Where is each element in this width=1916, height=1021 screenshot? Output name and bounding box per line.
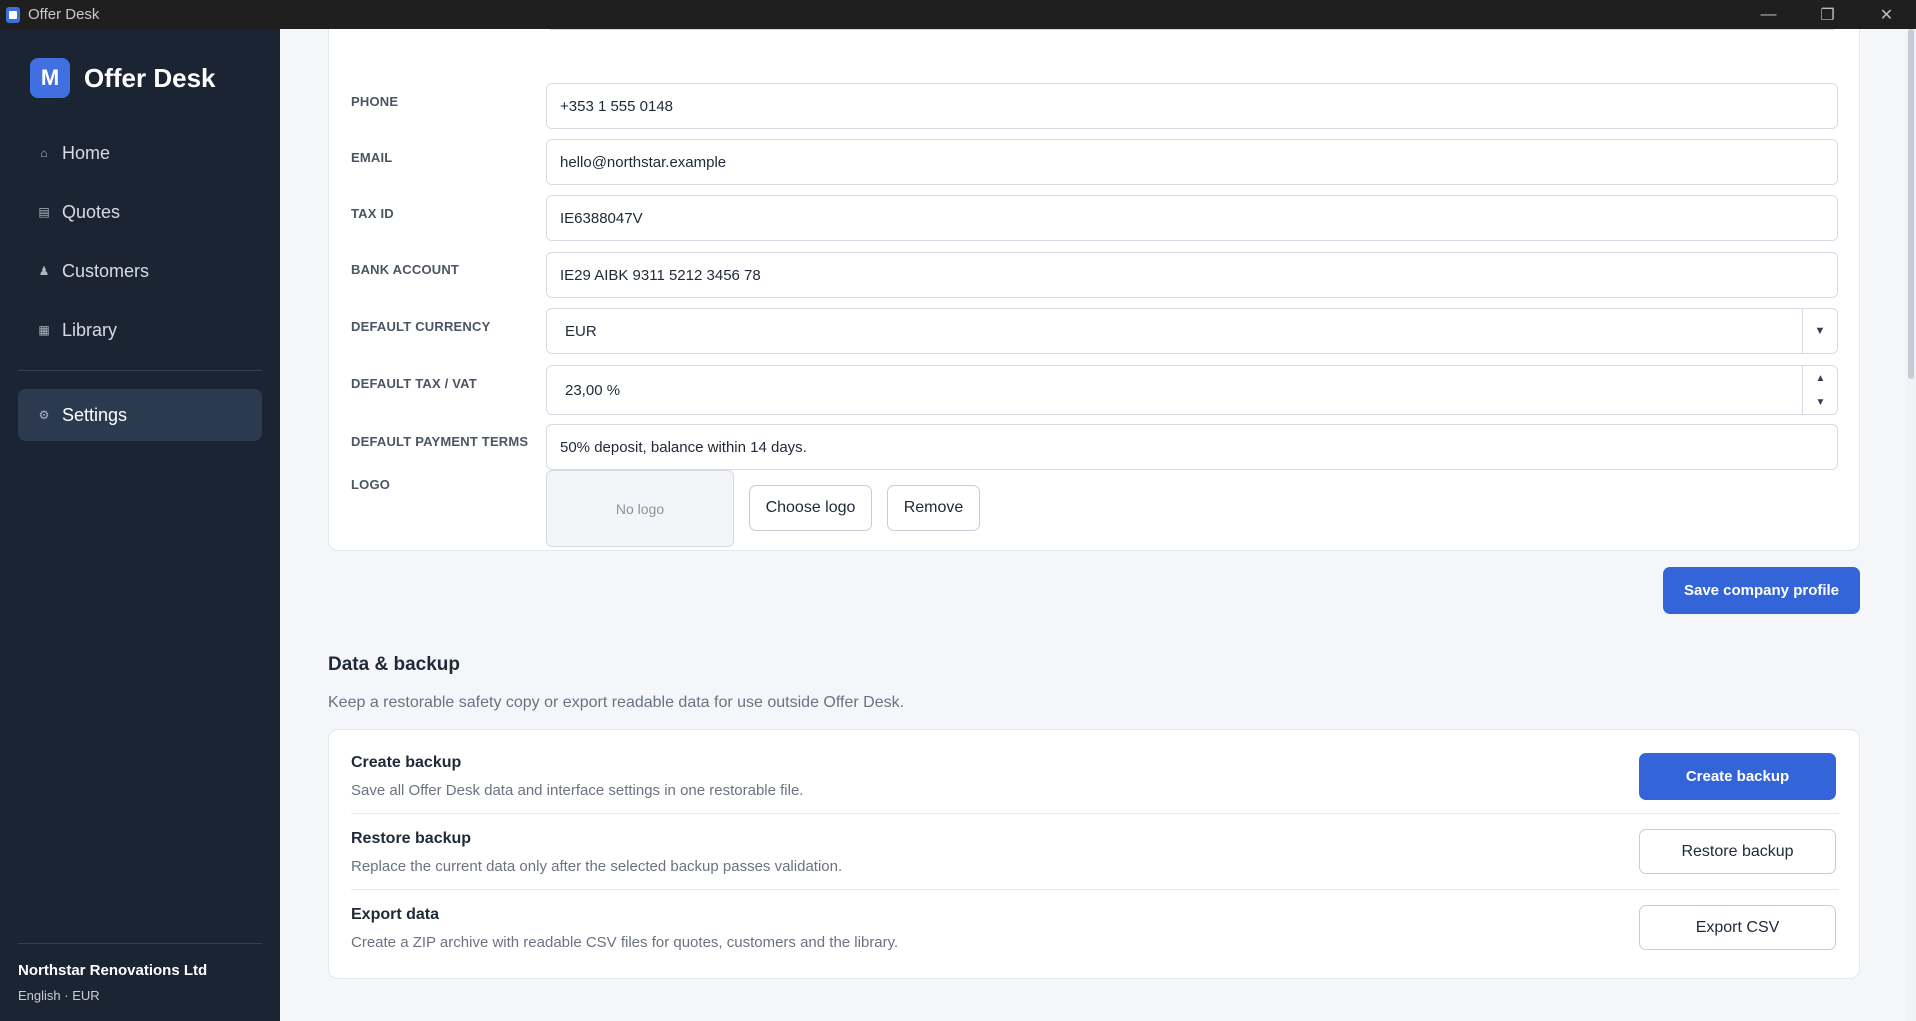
chevron-down-icon[interactable]: ▼ — [1802, 309, 1837, 353]
home-icon: ⌂ — [40, 146, 48, 160]
close-button[interactable]: ✕ — [1857, 0, 1916, 29]
email-field[interactable]: hello@northstar.example — [546, 139, 1838, 185]
create-backup-button[interactable]: Create backup — [1639, 753, 1836, 800]
export-csv-button[interactable]: Export CSV — [1639, 905, 1836, 950]
row-title: Create backup — [351, 754, 462, 771]
brand-logo: M — [30, 58, 70, 98]
app-icon — [6, 6, 20, 23]
scrollbar[interactable] — [1906, 29, 1916, 1021]
restore-button[interactable]: ❐ — [1798, 0, 1857, 29]
sidebar-item-home[interactable]: ⌂ Home — [18, 127, 262, 179]
title-bar: Offer Desk — ❐ ✕ — [0, 0, 1916, 29]
main-content[interactable]: PHONE +353 1 555 0148 EMAIL hello@norths… — [280, 29, 1916, 1021]
brand: M Offer Desk — [30, 58, 216, 98]
payment-terms-label: DEFAULT PAYMENT TERMS — [351, 434, 529, 449]
section-title: Data & backup — [328, 654, 460, 675]
row-title: Export data — [351, 906, 440, 923]
sidebar-item-quotes[interactable]: ▤ Quotes — [18, 186, 262, 238]
choose-logo-button[interactable]: Choose logo — [749, 485, 872, 531]
locale-info: English · EUR — [18, 988, 100, 1003]
restore-backup-row: Restore backup Replace the current data … — [351, 806, 1839, 882]
sidebar-item-customers[interactable]: ♟ Customers — [18, 245, 262, 297]
company-name: Northstar Renovations Ltd — [18, 962, 208, 979]
logo-label: LOGO — [351, 477, 391, 492]
row-title: Restore backup — [351, 830, 472, 847]
sidebar-nav: ⌂ Home ▤ Quotes ♟ Customers ▦ Library ⚙ … — [18, 127, 262, 448]
sidebar-item-library[interactable]: ▦ Library — [18, 304, 262, 356]
address-field[interactable] — [546, 29, 1838, 30]
spin-buttons: ▲ ▼ — [1802, 366, 1837, 414]
row-description: Save all Offer Desk data and interface s… — [351, 782, 804, 799]
minimize-button[interactable]: — — [1739, 0, 1798, 29]
phone-label: PHONE — [351, 94, 399, 109]
bank-account-field[interactable]: IE29 AIBK 9311 5212 3456 78 — [546, 252, 1838, 298]
payment-terms-field[interactable]: 50% deposit, balance within 14 days. — [546, 424, 1838, 470]
tax-id-field[interactable]: IE6388047V — [546, 195, 1838, 241]
email-label: EMAIL — [351, 150, 393, 165]
default-tax-label: DEFAULT TAX / VAT — [351, 376, 477, 391]
company-profile-card: PHONE +353 1 555 0148 EMAIL hello@norths… — [328, 29, 1860, 551]
restore-backup-button[interactable]: Restore backup — [1639, 829, 1836, 874]
sidebar-item-label: Home — [62, 142, 111, 163]
document-icon: ▤ — [38, 205, 50, 219]
save-company-profile-button[interactable]: Save company profile — [1663, 567, 1860, 614]
scrollbar-thumb[interactable] — [1908, 29, 1914, 379]
tax-id-label: TAX ID — [351, 206, 394, 221]
sidebar-item-label: Quotes — [62, 201, 121, 222]
increment-icon[interactable]: ▲ — [1803, 366, 1838, 390]
export-data-row: Export data Create a ZIP archive with re… — [351, 882, 1839, 958]
sidebar-item-label: Customers — [62, 260, 150, 281]
tax-rate-value: 23,00 % — [565, 381, 621, 399]
bank-account-label: BANK ACCOUNT — [351, 262, 460, 277]
library-icon: ▦ — [38, 323, 50, 337]
tax-rate-stepper[interactable]: 23,00 % ▲ ▼ — [546, 365, 1838, 415]
sidebar-item-settings[interactable]: ⚙ Settings — [18, 389, 262, 441]
footer-divider — [18, 943, 262, 944]
logo-preview: No logo — [546, 470, 734, 547]
nav-divider — [18, 370, 262, 371]
currency-select[interactable]: EUR ▼ — [546, 308, 1838, 354]
window-title: Offer Desk — [28, 6, 100, 23]
create-backup-row: Create backup Save all Offer Desk data a… — [351, 730, 1839, 806]
window-controls: — ❐ ✕ — [1739, 0, 1916, 29]
section-description: Keep a restorable safety copy or export … — [328, 694, 905, 711]
brand-name: Offer Desk — [84, 62, 216, 93]
sidebar-footer: Northstar Renovations Ltd English · EUR — [18, 943, 262, 1021]
default-currency-label: DEFAULT CURRENCY — [351, 319, 491, 334]
person-icon: ♟ — [38, 264, 50, 278]
backup-card: Create backup Save all Offer Desk data a… — [328, 729, 1860, 979]
sidebar: M Offer Desk ⌂ Home ▤ Quotes ♟ Customers… — [0, 29, 280, 1021]
decrement-icon[interactable]: ▼ — [1803, 390, 1838, 414]
gear-icon: ⚙ — [38, 408, 50, 422]
phone-field[interactable]: +353 1 555 0148 — [546, 83, 1838, 129]
currency-value: EUR — [565, 322, 597, 340]
remove-logo-button[interactable]: Remove — [887, 485, 980, 531]
sidebar-item-label: Library — [62, 319, 118, 340]
row-description: Replace the current data only after the … — [351, 858, 843, 875]
row-description: Create a ZIP archive with readable CSV f… — [351, 934, 899, 951]
sidebar-item-label: Settings — [62, 404, 128, 425]
